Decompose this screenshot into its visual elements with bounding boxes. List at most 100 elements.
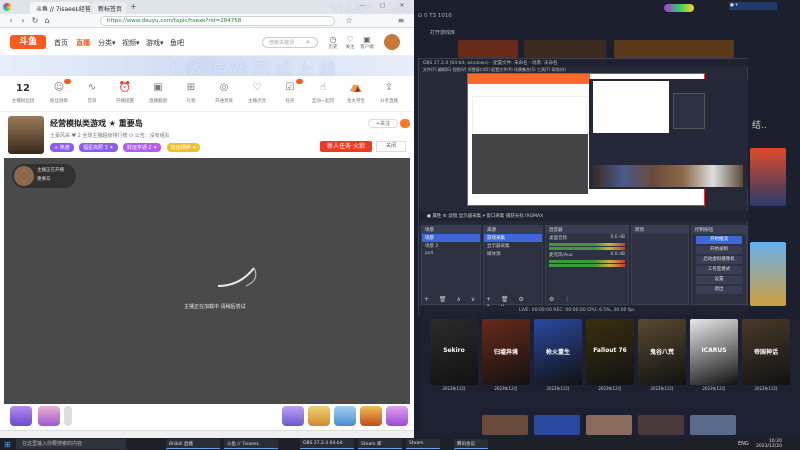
reload-icon[interactable]: ↻ [30,16,40,26]
gift-item[interactable] [334,406,356,426]
nav-games[interactable]: 游戏▾ [146,38,164,48]
start-recording-button[interactable]: 开始录制 [696,246,742,254]
search-icon[interactable]: ⌕ [306,38,310,47]
windows-start-icon[interactable]: ⊞ [4,440,11,449]
taskbar-app[interactable]: 腾讯会议 [454,439,488,449]
game-card[interactable]: Sekiro 2023年12月 [430,319,478,391]
gift-item[interactable] [282,406,304,426]
game-card[interactable]: Fallout 76 2023年12月 [586,319,634,391]
tab-new[interactable]: 新标签页 [92,2,126,14]
taskbar-app[interactable]: 斗鱼 // 7isaeeL [224,439,278,449]
follow-button[interactable]: +关注 [368,119,398,128]
obs-source-toolbar[interactable]: ● 属性 ⚙ 滤镜 显示器采集 ▾ 窗口采集 捕获光标 IRGMAX [419,211,749,221]
new-tab-button[interactable]: + [130,2,137,11]
source-item[interactable]: 媒体源 [484,250,542,258]
game-thumbnail[interactable] [614,40,734,58]
studio-mode-button[interactable]: 工作室模式 [696,266,742,274]
star-icon[interactable]: ☆ [344,16,354,26]
input-language[interactable]: ENG [738,441,749,447]
tool-gift[interactable]: ⊞ 礼物 [176,82,206,104]
gift-item[interactable] [10,406,32,426]
tag-chip[interactable]: + 热度 [50,143,74,152]
source-item[interactable]: 显示器采集 [484,242,542,250]
start-streaming-button[interactable]: 开始推流 [696,236,742,244]
game-thumbnail[interactable] [690,415,736,435]
taskbar-clock[interactable]: 16:20 2023/12/20 [756,439,782,449]
tag-chip[interactable]: 好运相伴 ✦ [166,143,201,152]
forward-icon[interactable]: › [18,16,28,26]
mixer-controls[interactable]: ⚙ ⋮ [549,296,574,303]
gift-item[interactable] [308,406,330,426]
nav-yuba[interactable]: 鱼吧 [170,38,184,48]
tab-douyu[interactable]: 斗鱼 // 7isaeeL经营模拟 [30,2,90,14]
follow-icon[interactable]: ♡ 关注 [343,35,357,53]
tool-treasure[interactable]: ⛺ 鱼丸夺宝 [341,82,371,104]
history-icon[interactable]: ◷ 历史 [326,35,340,53]
game-card[interactable]: 枪火重生 2023年12月 [534,319,582,391]
scene-item[interactable]: 场景 [422,234,480,242]
virtual-camera-button[interactable]: 启动虚拟摄像机 [696,256,742,264]
user-avatar[interactable] [384,34,400,50]
url-input[interactable]: https://www.douyu.com/topic/hsexe?rid=28… [100,16,335,26]
game-card[interactable]: ICARUS 2023年12月 [690,319,738,391]
steam-user[interactable]: ● ▾ [729,2,777,10]
game-thumbnail[interactable] [586,415,632,435]
tool-task[interactable]: ☑ 任务 [275,82,305,104]
close-button[interactable]: 关闭 [376,141,406,152]
tag-chip[interactable]: 财运亨通 2 ✦ [122,143,162,152]
source-item[interactable]: 游戏采集 [484,234,542,242]
game-thumbnail[interactable] [750,242,786,306]
anchor-card[interactable]: 主播正在开播 重要岛 [12,164,76,188]
game-card[interactable]: 鬼谷八荒 2023年12月 [638,319,686,391]
video-player[interactable]: 主播正在开播 重要岛 主播正在加载中 请稍后尝试 [4,158,410,404]
game-thumbnail[interactable] [750,148,786,206]
promo-banner[interactable]: 8款游戏正式上线 [0,56,414,76]
douyu-logo[interactable]: 斗鱼 [10,35,46,49]
taskbar-app[interactable]: Steam 库 [358,439,402,449]
tool-wave[interactable]: ∿ 音浪 [77,82,107,104]
taskbar-app[interactable]: OBS 27.2.4 64-bit [300,439,354,449]
game-thumbnail[interactable] [524,40,606,58]
tool-vip[interactable]: ◎ 开通贵族 [209,82,239,104]
back-icon[interactable]: ‹ [6,16,16,26]
tool-light[interactable]: ♡ 主播点亮 [242,82,272,104]
home-icon[interactable]: ⌂ [42,16,52,26]
taskbar-app[interactable]: Steam [406,439,440,449]
tool-share[interactable]: ⇪ 分享直播 [374,82,404,104]
nav-live[interactable]: 直播 [76,38,90,48]
gift-item[interactable] [386,406,408,426]
game-thumbnail[interactable] [534,415,580,435]
game-thumbnail[interactable] [482,415,528,435]
game-card[interactable]: 帝国神话 2023年12月 [742,319,790,391]
taskbar-app[interactable]: Bilibili 直播 [166,439,220,449]
library-title[interactable]: 打开游戏库 [430,29,455,36]
tool-fan-medal[interactable]: ☺ 粉丝勋章 [44,82,74,104]
scene-item[interactable]: 场景 2 [422,242,480,250]
scene-item[interactable]: ps4 [422,250,480,258]
tool-screenshot[interactable]: ▣ 直播截图 [143,82,173,104]
toolbar-icons[interactable] [664,4,694,12]
nav-video[interactable]: 视频▾ [122,38,140,48]
tool-alarm[interactable]: ⏰ 开播提醒 [110,82,140,104]
game-thumbnail[interactable] [458,40,518,58]
volume-slider[interactable] [549,264,625,267]
settings-button[interactable]: 设置 [696,276,742,284]
game-card[interactable]: 归墟异境 2023年12月 [482,319,530,391]
exit-button[interactable]: 退出 [696,286,742,294]
tag-chip[interactable]: 福星高照 3 ✦ [79,143,118,152]
streamer-avatar[interactable] [8,116,44,154]
game-thumbnail[interactable] [638,415,684,435]
nav-category[interactable]: 分类▾ [98,38,116,48]
newbie-task-button[interactable]: 新人任务·火箭 [320,141,372,152]
gift-item[interactable] [360,406,382,426]
gift-item[interactable] [64,406,72,426]
volume-slider[interactable] [549,247,625,250]
tool-interact[interactable]: ☝ 互动一起玩 [308,82,338,104]
menu-icon[interactable]: ≡ [396,16,406,26]
game-date: 2023年12月 [494,386,518,391]
gift-item[interactable] [38,406,60,426]
nav-home[interactable]: 首页 [54,38,68,48]
scene-controls[interactable]: + 🗑 ∧ ∨ [424,296,479,303]
taskbar-search-input[interactable]: 在这里输入你要搜索的内容 [16,439,126,449]
live-icon[interactable]: ▣ 客户端 [360,35,374,53]
